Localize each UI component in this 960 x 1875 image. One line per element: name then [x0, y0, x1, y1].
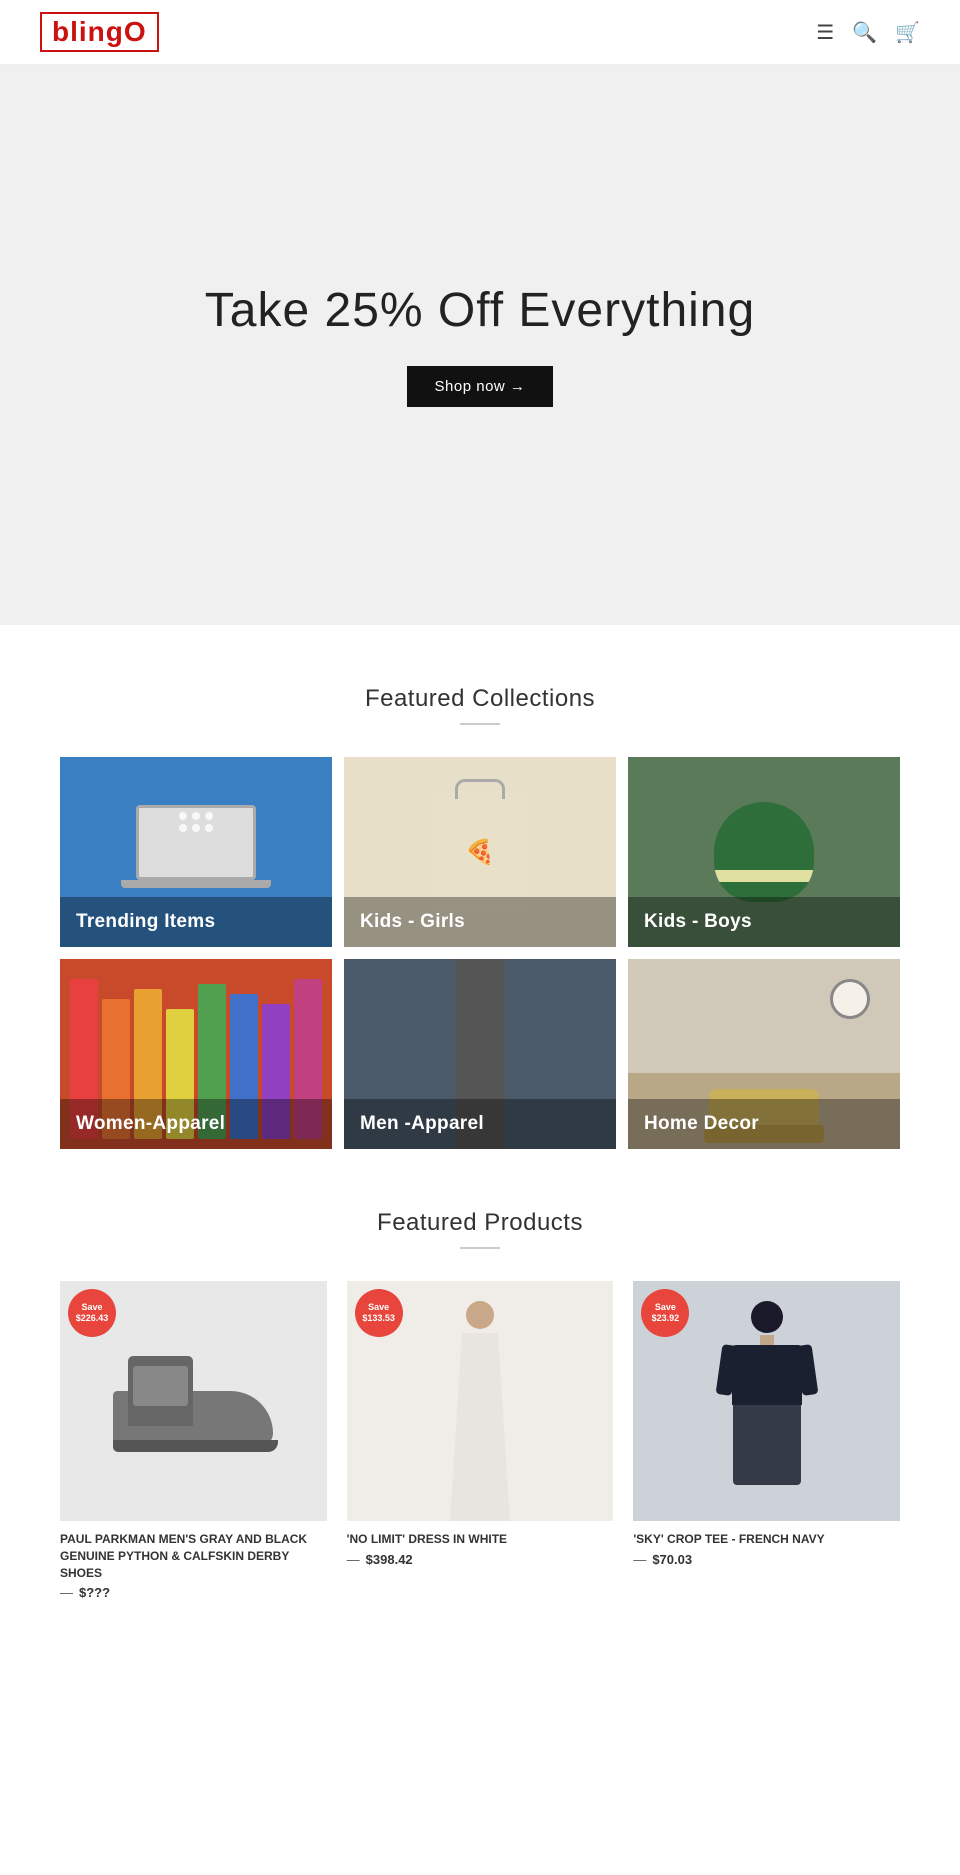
- search-icon[interactable]: 🔍: [852, 20, 877, 45]
- product-name-dress: 'No Limit' Dress in White: [347, 1531, 614, 1548]
- save-badge-crop-tee: Save $23.92: [641, 1289, 689, 1337]
- hero-section: Take 25% Off Everything Shop now →: [0, 65, 960, 625]
- logo-accent: O: [124, 16, 147, 47]
- beanie-art: [714, 802, 814, 902]
- collections-grid: Trending Items 🍕 Kids - Girls Kids - Boy…: [0, 757, 960, 1149]
- save-badge-shoe: Save $226.43: [68, 1289, 116, 1337]
- collection-women[interactable]: Women-Apparel: [60, 959, 332, 1149]
- hero-title: Take 25% Off Everything: [205, 283, 755, 338]
- featured-products-title: Featured Products: [60, 1209, 900, 1237]
- save-badge-dress: Save $133.53: [355, 1289, 403, 1337]
- featured-collections-title: Featured Collections: [0, 685, 960, 713]
- clock-art: [830, 979, 870, 1019]
- collection-label-kids-boys: Kids - Boys: [628, 897, 900, 947]
- product-price-shoe: — $???: [60, 1585, 327, 1600]
- section-divider: [460, 723, 500, 725]
- product-price-dress: — $398.42: [347, 1552, 614, 1567]
- product-name-shoe: PAUL PARKMAN MEN'S GRAY AND BLACK GENUIN…: [60, 1531, 327, 1581]
- menu-icon[interactable]: ☰: [816, 20, 834, 45]
- header-icons: ☰ 🔍 🛒: [816, 20, 920, 45]
- featured-products-section: Featured Products Save $226.43: [0, 1209, 960, 1640]
- product-crop-tee[interactable]: Save $23.92: [633, 1281, 900, 1600]
- collection-label-trending: Trending Items: [60, 897, 332, 947]
- product-dress[interactable]: Save $133.53 'No Limit' Dress in White —: [347, 1281, 614, 1600]
- header: blingO ☰ 🔍 🛒: [0, 0, 960, 65]
- featured-collections-section: Featured Collections Trending Items 🍕: [0, 685, 960, 1149]
- collection-home-decor[interactable]: Home Decor: [628, 959, 900, 1149]
- collection-label-kids-girls: Kids - Girls: [344, 897, 616, 947]
- product-name-crop-tee: 'Sky' Crop Tee - French Navy: [633, 1531, 900, 1548]
- logo-main: bling: [52, 16, 124, 47]
- logo-text: blingO: [40, 12, 159, 52]
- spacer: [0, 625, 960, 685]
- cart-icon[interactable]: 🛒: [895, 20, 920, 45]
- products-divider: [460, 1247, 500, 1249]
- shop-now-button[interactable]: Shop now →: [407, 366, 554, 407]
- collection-kids-boys[interactable]: Kids - Boys: [628, 757, 900, 947]
- collection-label-home: Home Decor: [628, 1099, 900, 1149]
- collection-trending[interactable]: Trending Items: [60, 757, 332, 947]
- product-price-crop-tee: — $70.03: [633, 1552, 900, 1567]
- collection-kids-girls[interactable]: 🍕 Kids - Girls: [344, 757, 616, 947]
- products-grid: Save $226.43 PAUL PAR: [60, 1281, 900, 1600]
- laptop-icon: [136, 805, 256, 880]
- logo[interactable]: blingO: [40, 12, 159, 52]
- collection-label-women: Women-Apparel: [60, 1099, 332, 1149]
- collection-label-men: Men -Apparel: [344, 1099, 616, 1149]
- collection-men[interactable]: Men -Apparel: [344, 959, 616, 1149]
- product-shoe[interactable]: Save $226.43 PAUL PAR: [60, 1281, 327, 1600]
- tote-art: 🍕: [430, 797, 530, 907]
